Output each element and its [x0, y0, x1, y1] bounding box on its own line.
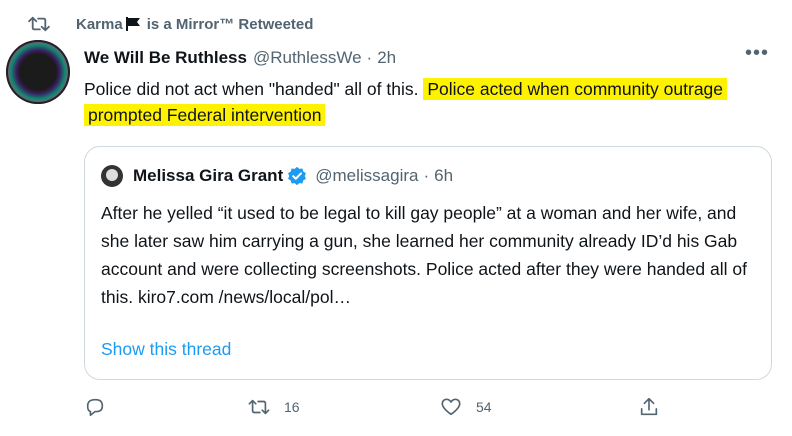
- quoted-avatar: [101, 165, 123, 187]
- show-thread-link[interactable]: Show this thread: [101, 339, 231, 360]
- reply-icon: [86, 398, 104, 417]
- retweet-context: Karma is a Mirror™ Retweeted: [28, 12, 313, 36]
- retweet-icon: [248, 399, 270, 415]
- tweet-actions: 16 54: [84, 396, 684, 426]
- tweet-timestamp[interactable]: 2h: [377, 48, 396, 68]
- quoted-timestamp: 6h: [434, 166, 454, 185]
- like-count: 54: [476, 399, 492, 415]
- verified-badge-icon: [288, 166, 307, 186]
- retweet-icon: [28, 16, 50, 32]
- quoted-tweet-header: Melissa Gira Grant @melissagira · 6h: [101, 165, 453, 187]
- share-button[interactable]: [638, 396, 674, 418]
- author-handle[interactable]: @RuthlessWe: [253, 48, 362, 68]
- quoted-tweet-text: After he yelled “it used to be legal to …: [101, 203, 747, 307]
- quoted-tweet[interactable]: Melissa Gira Grant @melissagira · 6h Aft…: [84, 146, 772, 380]
- retweet-count: 16: [284, 399, 300, 415]
- retweet-button[interactable]: 16: [248, 396, 300, 418]
- like-button[interactable]: 54: [440, 396, 492, 418]
- separator-dot: ·: [423, 166, 430, 185]
- reply-button[interactable]: [84, 396, 120, 418]
- flag-icon: [125, 17, 140, 31]
- avatar[interactable]: [6, 40, 70, 104]
- tweet-header: We Will Be Ruthless @RuthlessWe · 2h: [84, 48, 396, 68]
- author-name[interactable]: We Will Be Ruthless: [84, 48, 247, 68]
- tweet-text: Police did not act when "handed" all of …: [84, 76, 774, 128]
- share-icon: [640, 397, 658, 416]
- quoted-author-handle: @melissagira: [315, 166, 419, 185]
- separator-dot: ·: [366, 48, 373, 67]
- more-options-icon[interactable]: •••: [742, 42, 772, 66]
- retweeted-label: is a Mirror™ Retweeted: [146, 15, 314, 33]
- retweeter-name[interactable]: Karma: [76, 16, 123, 33]
- tweet-card[interactable]: Karma is a Mirror™ Retweeted We Will Be …: [0, 0, 792, 436]
- quoted-author-name: Melissa Gira Grant: [133, 166, 284, 185]
- heart-icon: [441, 398, 461, 416]
- tweet-text-plain: Police did not act when "handed" all of …: [84, 79, 424, 99]
